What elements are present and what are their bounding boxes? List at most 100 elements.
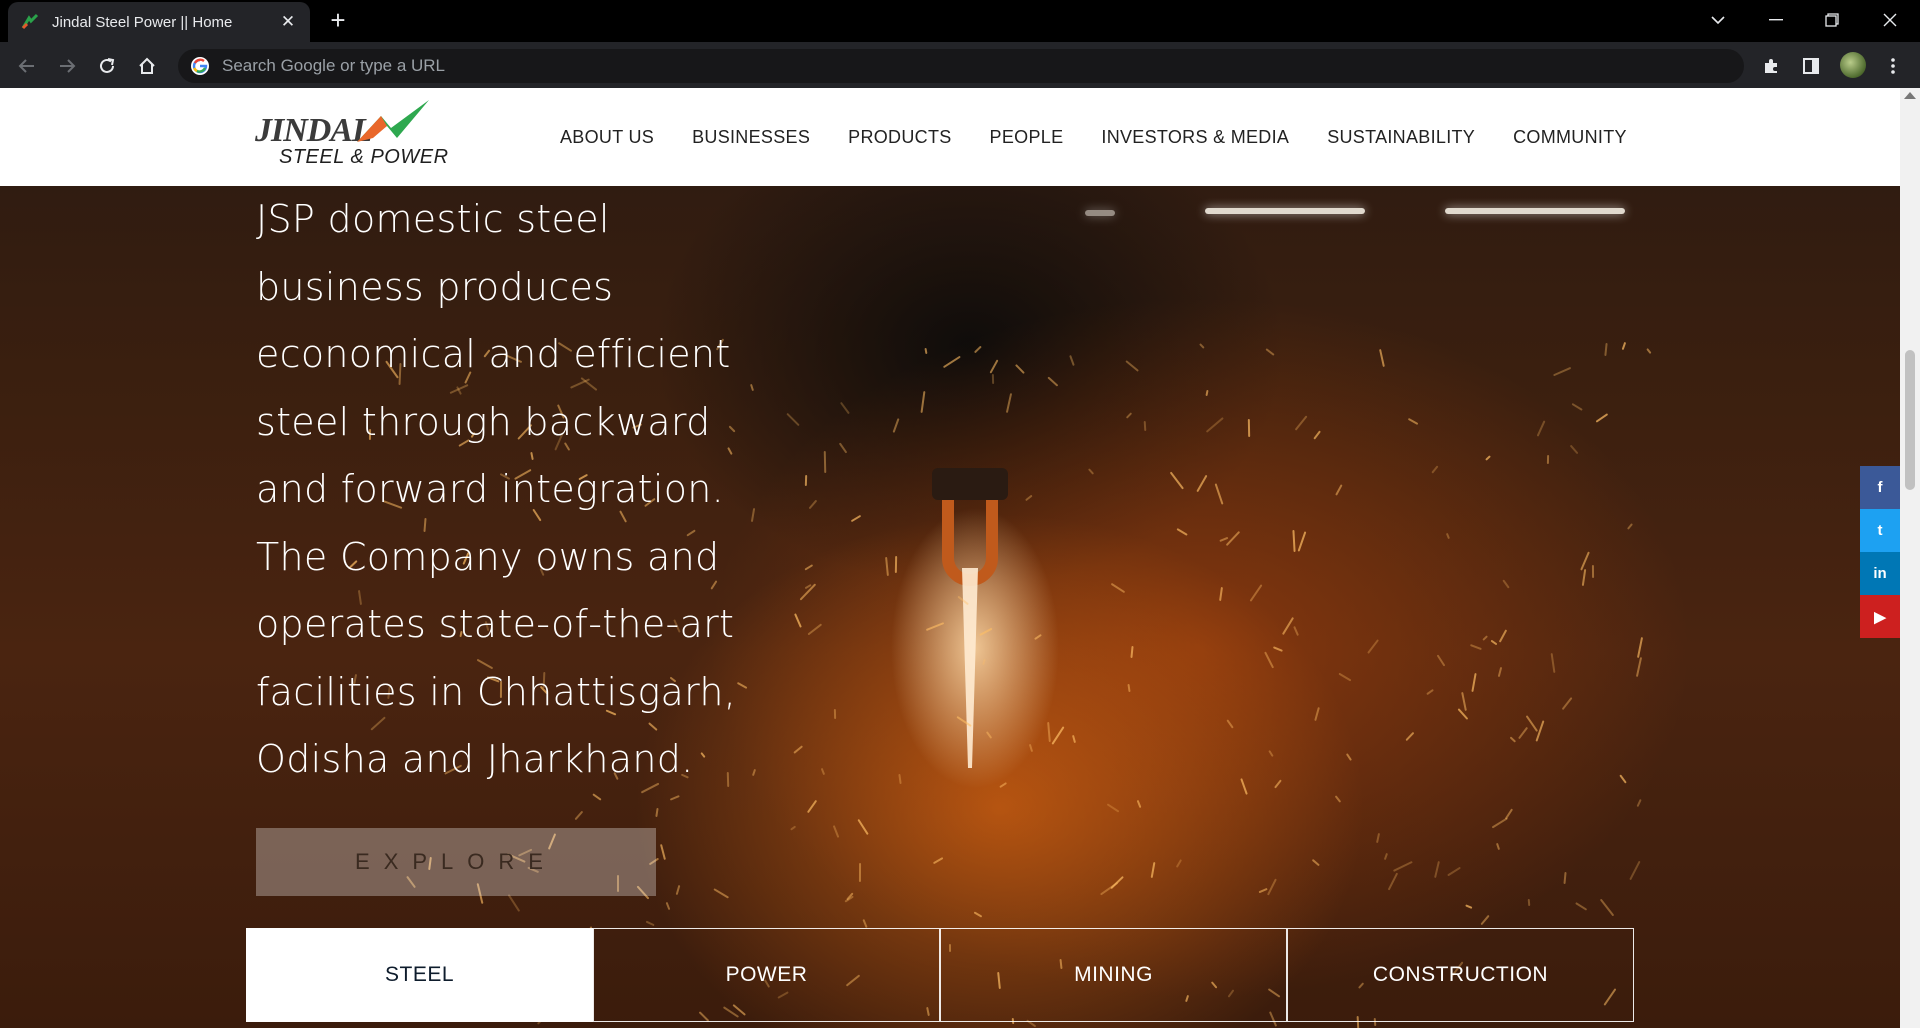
side-panel-icon[interactable] (1796, 51, 1826, 81)
new-tab-button[interactable]: + (324, 6, 352, 34)
spark (1313, 430, 1321, 441)
back-arrow-icon[interactable] (12, 51, 42, 81)
profile-avatar[interactable] (1840, 52, 1866, 78)
spark (1169, 471, 1184, 490)
spark (1272, 645, 1284, 652)
spark (1240, 777, 1248, 795)
spark (1268, 750, 1275, 758)
spark (1436, 654, 1446, 667)
spark (1127, 684, 1131, 693)
spark (1581, 568, 1587, 586)
facebook-icon[interactable]: f (1860, 466, 1900, 509)
google-g-icon (191, 57, 209, 75)
omnibox[interactable] (178, 49, 1744, 83)
web-page: JINDAL STEEL & POWER ABOUT US BUSINESSES P… (0, 88, 1900, 1028)
spark (1014, 363, 1025, 374)
nav-item-people[interactable]: PEOPLE (990, 127, 1064, 148)
nav-item-investors-media[interactable]: INVESTORS & MEDIA (1101, 127, 1289, 148)
twitter-icon[interactable]: t (1860, 509, 1900, 552)
youtube-icon[interactable]: ▶ (1860, 595, 1900, 638)
spark (1087, 467, 1094, 475)
minimize-icon[interactable] (1748, 0, 1804, 40)
spark (920, 390, 926, 413)
spark (645, 920, 655, 927)
spark (1563, 872, 1567, 885)
chrome-menu-icon[interactable] (1878, 51, 1908, 81)
spark (1312, 858, 1321, 867)
spark (1502, 579, 1510, 589)
reload-icon[interactable] (92, 51, 122, 81)
spark (1294, 415, 1308, 431)
address-input[interactable] (222, 56, 1622, 76)
nav-item-community[interactable]: COMMUNITY (1513, 127, 1627, 148)
logo-steel-power-text: STEEL & POWER (279, 146, 449, 168)
spark (932, 857, 944, 865)
spark (1383, 852, 1388, 860)
spark (1196, 474, 1208, 492)
nav-item-products[interactable]: PRODUCTS (848, 127, 951, 148)
tab-steel[interactable]: STEEL (246, 928, 593, 1022)
spark (942, 355, 961, 368)
site-header: JINDAL STEEL & POWER ABOUT US BUSINESSES P… (0, 88, 1900, 186)
page-scrollbar[interactable] (1900, 88, 1920, 1028)
ceiling-light (1445, 208, 1625, 214)
tab-construction[interactable]: CONSTRUCTION (1287, 928, 1634, 1022)
spark (1387, 872, 1399, 891)
home-icon[interactable] (132, 51, 162, 81)
spark (1571, 402, 1583, 411)
spark (894, 555, 898, 573)
spark (1464, 904, 1473, 909)
spark (1482, 635, 1489, 642)
spark (974, 345, 982, 353)
spark (669, 794, 680, 801)
spark (833, 708, 837, 719)
spark (809, 499, 818, 510)
spark (1111, 582, 1126, 593)
browser-tab[interactable]: Jindal Steel Power || Home ✕ (8, 2, 310, 42)
spark (1006, 393, 1013, 414)
scrollbar-thumb[interactable] (1905, 350, 1915, 490)
spark (858, 863, 861, 882)
spark (838, 442, 847, 454)
spark (1107, 802, 1120, 813)
spark (1297, 531, 1307, 552)
spark (1176, 527, 1188, 536)
tab-power[interactable]: POWER (593, 928, 940, 1022)
extensions-puzzle-icon[interactable] (1756, 51, 1786, 81)
explore-button[interactable]: EXPLORE (256, 828, 656, 896)
business-tabs: STEEL POWER MINING CONSTRUCTION (246, 928, 1634, 1022)
spark (1431, 465, 1439, 474)
spark (1599, 898, 1614, 917)
jindal-logo[interactable]: JINDAL STEEL & POWER (255, 98, 448, 178)
spark (1214, 483, 1224, 505)
nav-item-businesses[interactable]: BUSINESSES (692, 127, 810, 148)
spark (1392, 860, 1413, 872)
forward-arrow-icon[interactable] (52, 51, 82, 81)
spark (1125, 412, 1132, 419)
spark (1490, 639, 1497, 646)
nav-item-sustainability[interactable]: SUSTAINABILITY (1327, 127, 1475, 148)
spark (1205, 417, 1224, 433)
tab-mining[interactable]: MINING (940, 928, 1287, 1022)
tab-close-icon[interactable]: ✕ (278, 12, 298, 32)
spark (1051, 726, 1065, 746)
spark (793, 745, 804, 755)
hero-description: JSP domestic steel business produces eco… (256, 197, 737, 781)
spark (1282, 616, 1295, 635)
nav-item-about-us[interactable]: ABOUT US (560, 127, 654, 148)
spark (1047, 721, 1052, 743)
spark (833, 825, 840, 839)
spark (1376, 833, 1381, 844)
window-close-icon[interactable] (1862, 0, 1918, 40)
tab-search-icon[interactable] (1690, 0, 1746, 40)
spark (1047, 376, 1060, 387)
scroll-up-arrow-icon[interactable] (1904, 92, 1916, 99)
spark (1205, 389, 1210, 397)
spark (1491, 817, 1508, 829)
spark (840, 402, 851, 415)
restore-icon[interactable] (1804, 0, 1860, 40)
spark (1407, 417, 1418, 425)
spark (1552, 366, 1572, 377)
linkedin-icon[interactable]: in (1860, 552, 1900, 595)
spark (660, 843, 667, 860)
